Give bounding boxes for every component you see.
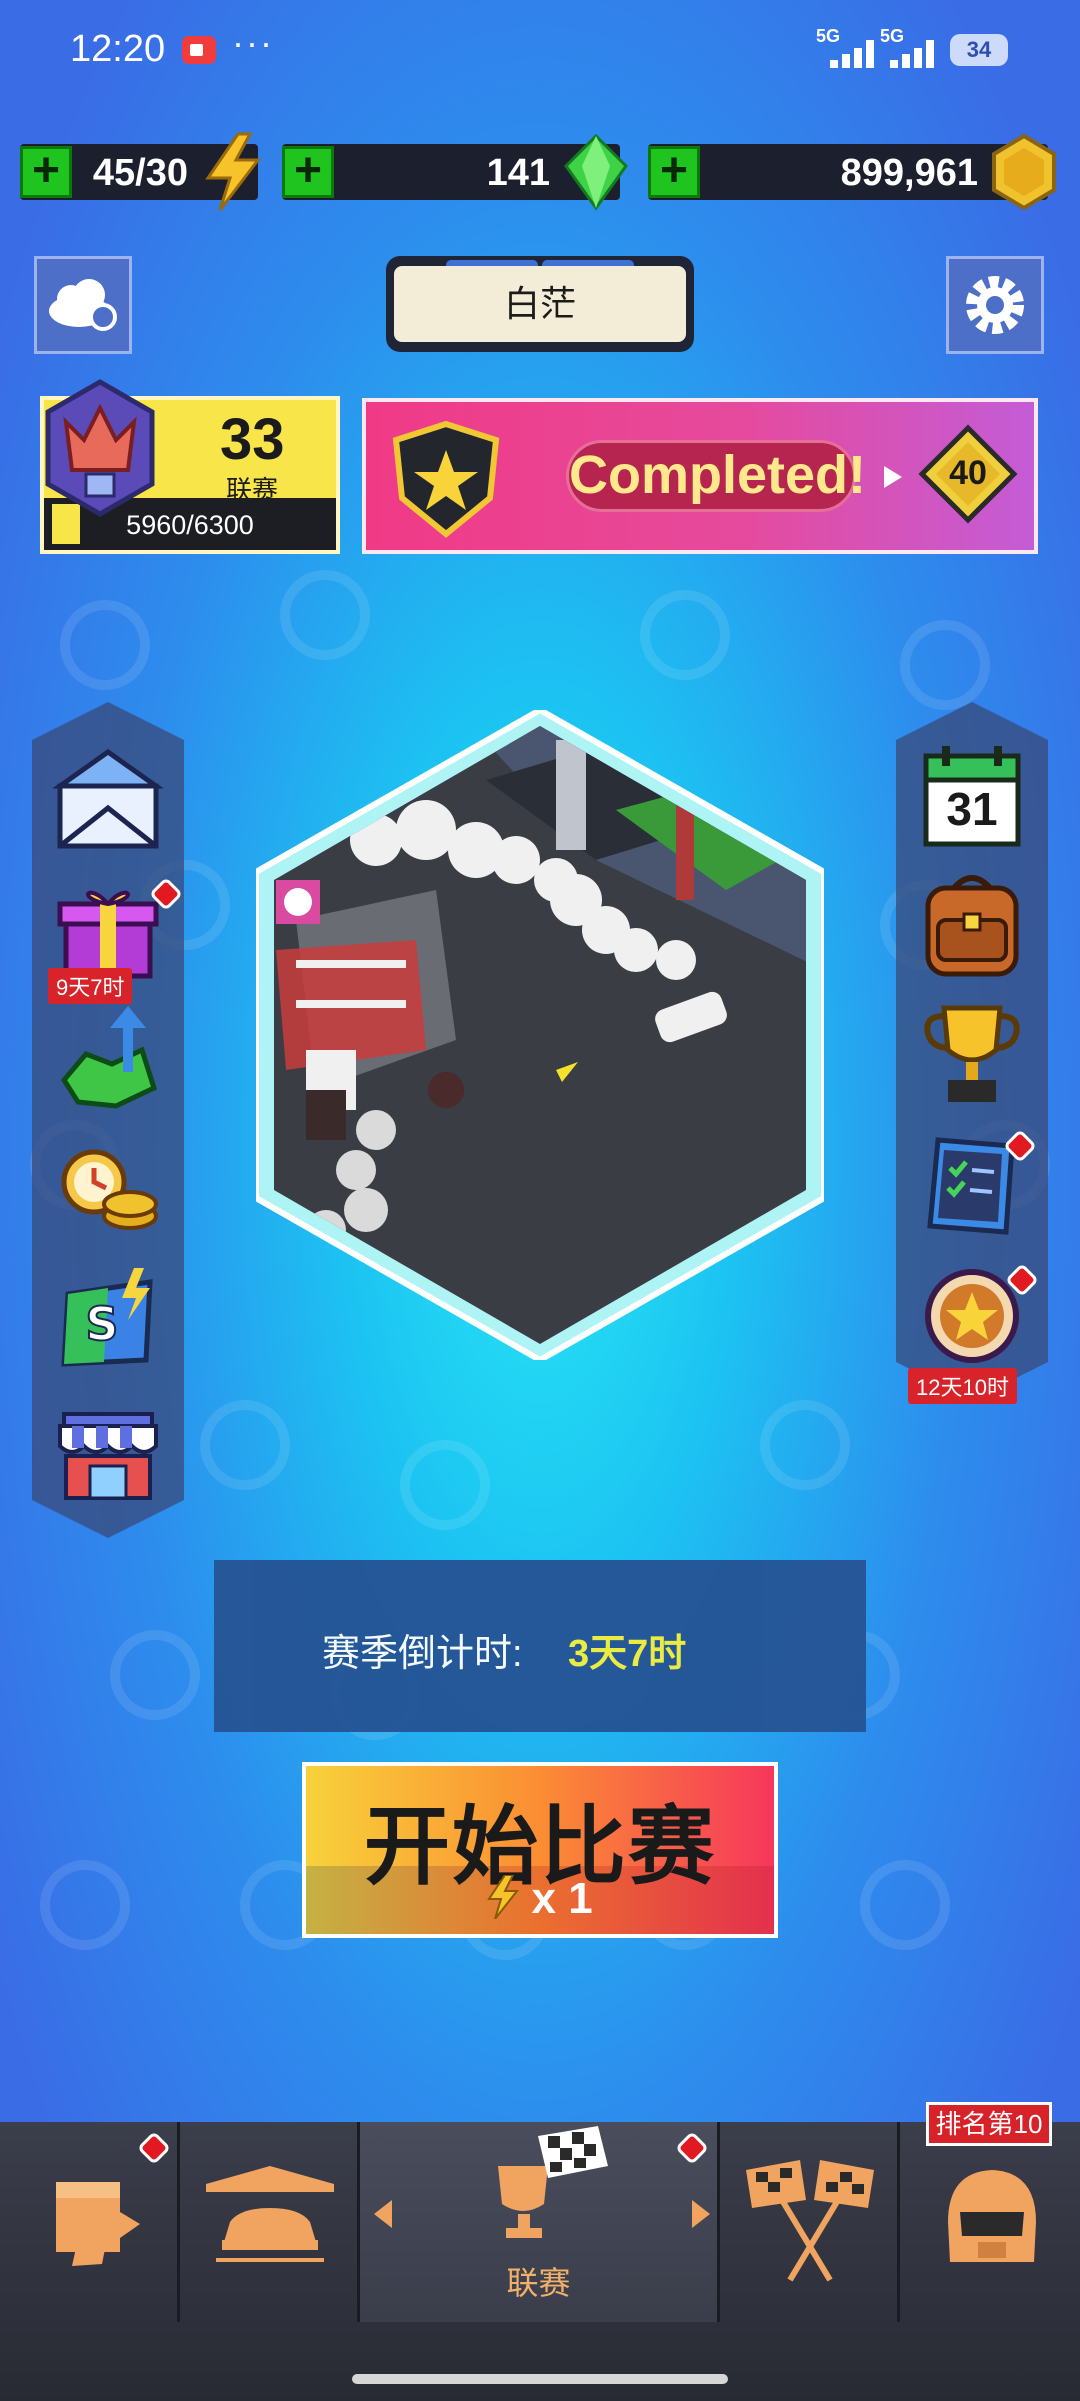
gift-timer: 9天7时 xyxy=(48,968,133,1004)
coins-counter: + 899,961 xyxy=(648,133,1056,211)
checkered-flags-icon xyxy=(746,2160,874,2282)
backpack-icon xyxy=(925,875,1019,977)
completed-label: Completed! xyxy=(566,440,866,512)
reward-value: 40 xyxy=(949,454,987,492)
cloud-sync-button[interactable] xyxy=(34,256,132,354)
screen-record-icon xyxy=(182,36,216,64)
shop-icon xyxy=(58,1412,158,1500)
lightning-icon xyxy=(487,1874,520,1920)
right-menu-panel: 31 12天10时 xyxy=(896,702,1048,1538)
gem-upgrade-icon xyxy=(60,1006,158,1109)
nav-prev-arrow[interactable] xyxy=(374,2200,392,2228)
season-countdown-value: 3天7时 xyxy=(568,1633,687,1675)
mail-button[interactable] xyxy=(50,742,166,858)
bottom-nav: 联赛 xyxy=(0,2122,1080,2401)
backpack-button[interactable] xyxy=(914,866,1030,982)
arrow-right-icon xyxy=(884,466,902,488)
nav-garage-shop[interactable] xyxy=(0,2122,180,2322)
gems-value: 141 xyxy=(486,152,550,194)
gems-counter: + 141 xyxy=(282,133,628,211)
s-card-icon: S xyxy=(61,1268,153,1367)
calendar-day: 31 xyxy=(946,783,998,835)
battery-icon: 34 xyxy=(950,34,1008,66)
helmet-icon xyxy=(948,2170,1036,2262)
add-energy-button[interactable]: + xyxy=(20,146,72,198)
pass-completed-banner[interactable]: Completed! 40 xyxy=(362,398,1038,554)
home-indicator[interactable] xyxy=(352,2374,728,2384)
time-coins-icon xyxy=(61,1149,158,1230)
s-card-button[interactable]: S xyxy=(50,1264,166,1380)
gear-icon xyxy=(966,276,1024,334)
rank-badge: 排名第10 xyxy=(926,2102,1052,2146)
shop-button[interactable] xyxy=(50,1396,166,1512)
nav-league[interactable]: 联赛 xyxy=(360,2122,720,2322)
add-coins-button[interactable]: + xyxy=(648,146,700,198)
nav-league-label: 联赛 xyxy=(506,2265,571,2301)
cloud-sync-icon xyxy=(49,279,117,331)
gold-coin-icon xyxy=(992,133,1056,211)
start-match-cost: x 1 xyxy=(306,1874,774,1924)
green-gem-icon xyxy=(564,133,628,211)
season-countdown: 赛季倒计时: 3天7时 xyxy=(214,1560,866,1732)
coins-value: 899,961 xyxy=(840,152,978,194)
player-name: 白茫 xyxy=(394,266,686,342)
nav-league-notification-dot xyxy=(675,2131,709,2165)
trophy-icon xyxy=(924,1005,1020,1102)
tasks-button[interactable] xyxy=(914,1128,1037,1244)
more-notifications: ··· xyxy=(232,22,274,63)
left-menu-panel: 9天7时 S xyxy=(32,702,184,1538)
clock: 12:20 xyxy=(70,28,166,70)
start-match-button[interactable]: 开始比赛 x 1 xyxy=(302,1762,778,1938)
mail-icon xyxy=(52,748,164,849)
star-shield-icon xyxy=(392,420,500,538)
nav-events[interactable] xyxy=(720,2122,900,2322)
svg-text:S: S xyxy=(85,1297,118,1351)
car-garage-icon xyxy=(206,2166,334,2262)
gem-upgrade-button[interactable] xyxy=(50,1002,166,1118)
track-preview-map[interactable] xyxy=(256,710,824,1360)
crate-icon xyxy=(56,2182,140,2266)
nav-profile[interactable] xyxy=(900,2122,1080,2322)
gift-button[interactable]: 9天7时 xyxy=(48,872,183,1004)
trophy-button[interactable] xyxy=(914,996,1030,1112)
medal-button[interactable]: 12天10时 xyxy=(908,1262,1039,1404)
energy-value: 45/30 xyxy=(92,152,188,194)
nav-cars[interactable] xyxy=(180,2122,360,2322)
league-crown-icon xyxy=(45,379,155,517)
medal-timer: 12天10时 xyxy=(908,1368,1017,1404)
signal-icon xyxy=(830,40,880,68)
lightning-icon xyxy=(205,132,262,211)
signal-icon-2 xyxy=(890,40,940,68)
add-gems-button[interactable]: + xyxy=(282,146,334,198)
player-name-button[interactable]: 白茫 xyxy=(386,256,694,352)
settings-button[interactable] xyxy=(946,256,1044,354)
league-number: 33 xyxy=(220,407,285,472)
status-bar: 12:20 ··· 5G 5G 34 xyxy=(0,0,1080,100)
start-cost-value: x 1 xyxy=(531,1874,593,1923)
time-coins-button[interactable] xyxy=(50,1132,166,1248)
calendar-button[interactable]: 31 xyxy=(914,738,1030,854)
season-countdown-label: 赛季倒计时: xyxy=(322,1633,523,1675)
league-trophy-icon xyxy=(498,2126,608,2238)
energy-counter: + 45/30 xyxy=(20,132,262,211)
nav-next-arrow[interactable] xyxy=(692,2200,710,2228)
